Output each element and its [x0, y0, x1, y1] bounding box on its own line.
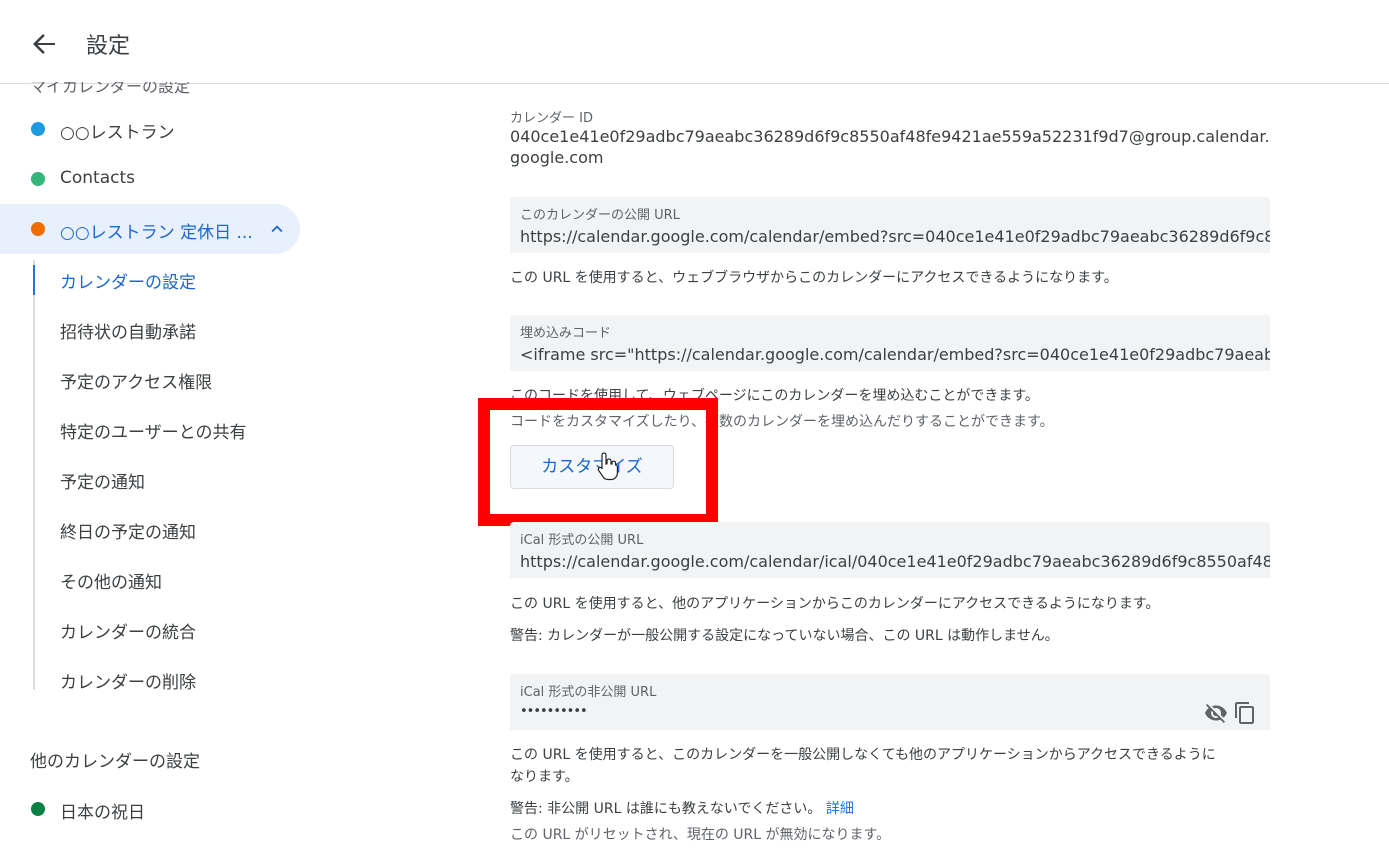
ical-public-warning: 警告: カレンダーが一般公開する設定になっていない場合、この URL は動作しま…	[510, 628, 1059, 644]
highlight-box	[478, 398, 718, 526]
field-value[interactable]: https://calendar.google.com/calendar/emb…	[520, 227, 1270, 246]
chevron-up-icon[interactable]	[266, 218, 288, 240]
visibility-off-icon[interactable]	[1204, 701, 1228, 725]
reset-note: この URL がリセットされ、現在の URL が無効になります。	[510, 827, 891, 843]
calendar-label: ○○レストラン 定休日 ...	[60, 223, 253, 243]
calendar-id-value: 040ce1e41e0f29adbc79aeabc36289d6f9c8550a…	[510, 127, 1270, 167]
settings-sidebar: マイカレンダーの設定 ○○レストラン Contacts ○○レストラン 定休日 …	[0, 82, 480, 849]
ical-private-url-field[interactable]: iCal 形式の非公開 URL ••••••••••	[510, 674, 1270, 730]
subnav-rail	[33, 260, 35, 690]
sidebar-calendar-japan-holidays[interactable]: 日本の祝日	[0, 784, 300, 834]
field-label: iCal 形式の公開 URL	[520, 533, 644, 548]
subnav-calendar-settings[interactable]: カレンダーの設定	[60, 268, 196, 293]
arrow-back-icon	[33, 34, 55, 54]
field-value[interactable]: <iframe src="https://calendar.google.com…	[520, 345, 1270, 364]
subnav-other-notifications[interactable]: その他の通知	[60, 568, 162, 593]
calendar-color-dot	[31, 222, 45, 236]
calendar-id-label: カレンダー ID	[510, 111, 593, 126]
ical-private-helper-line2: なります。	[510, 769, 579, 785]
ical-public-helper: この URL を使用すると、他のアプリケーションからこのカレンダーにアクセスでき…	[510, 596, 1160, 612]
field-value[interactable]: https://calendar.google.com/calendar/ica…	[520, 552, 1270, 571]
calendar-color-dot	[31, 172, 45, 186]
field-label: このカレンダーの公開 URL	[520, 208, 680, 223]
subnav-active-indicator	[33, 265, 35, 295]
public-url-helper: この URL を使用すると、ウェブブラウザからこのカレンダーにアクセスできるよう…	[510, 270, 1118, 286]
warning-text: 警告: 非公開 URL は誰にも教えないでください。	[510, 801, 822, 817]
field-label: 埋め込みコード	[520, 326, 612, 341]
sidebar-calendar-restaurant[interactable]: ○○レストラン	[0, 104, 300, 154]
copy-icon[interactable]	[1233, 701, 1257, 725]
field-value: ••••••••••	[520, 704, 588, 719]
field-label: iCal 形式の非公開 URL	[520, 685, 657, 700]
ical-private-warning: 警告: 非公開 URL は誰にも教えないでください。 詳細	[510, 798, 854, 818]
ical-public-url-field[interactable]: iCal 形式の公開 URL https://calendar.google.c…	[510, 522, 1270, 578]
subnav-delete-calendar[interactable]: カレンダーの削除	[60, 668, 196, 693]
subnav-access-permissions[interactable]: 予定のアクセス権限	[60, 368, 212, 393]
back-button[interactable]	[24, 24, 64, 64]
ical-private-helper-line1: この URL を使用すると、このカレンダーを一般公開しなくても他のアプリケーショ…	[510, 747, 1216, 763]
calendar-label: ○○レストラン	[60, 123, 175, 143]
subnav-share-with-people[interactable]: 特定のユーザーとの共有	[60, 418, 247, 443]
subnav-event-notifications[interactable]: 予定の通知	[60, 468, 145, 493]
subnav-auto-accept[interactable]: 招待状の自動承諾	[60, 318, 196, 343]
sidebar-calendar-holiday-closed[interactable]: ○○レストラン 定休日 ...	[0, 204, 300, 254]
page-title: 設定	[86, 34, 131, 59]
embed-code-field[interactable]: 埋め込みコード <iframe src="https://calendar.go…	[510, 315, 1270, 371]
calendar-label: 日本の祝日	[60, 803, 145, 823]
calendar-color-dot	[31, 802, 45, 816]
settings-header: 設定	[0, 0, 1389, 84]
calendar-label: Contacts	[60, 168, 135, 188]
details-link[interactable]: 詳細	[826, 801, 854, 817]
subnav-all-day-notifications[interactable]: 終日の予定の通知	[60, 518, 196, 543]
section-heading-other-calendars: 他のカレンダーの設定	[30, 752, 200, 772]
public-url-field[interactable]: このカレンダーの公開 URL https://calendar.google.c…	[510, 197, 1270, 253]
subnav-integrate-calendar[interactable]: カレンダーの統合	[60, 618, 196, 643]
sidebar-calendar-contacts[interactable]: Contacts	[0, 154, 300, 204]
calendar-color-dot	[31, 122, 45, 136]
